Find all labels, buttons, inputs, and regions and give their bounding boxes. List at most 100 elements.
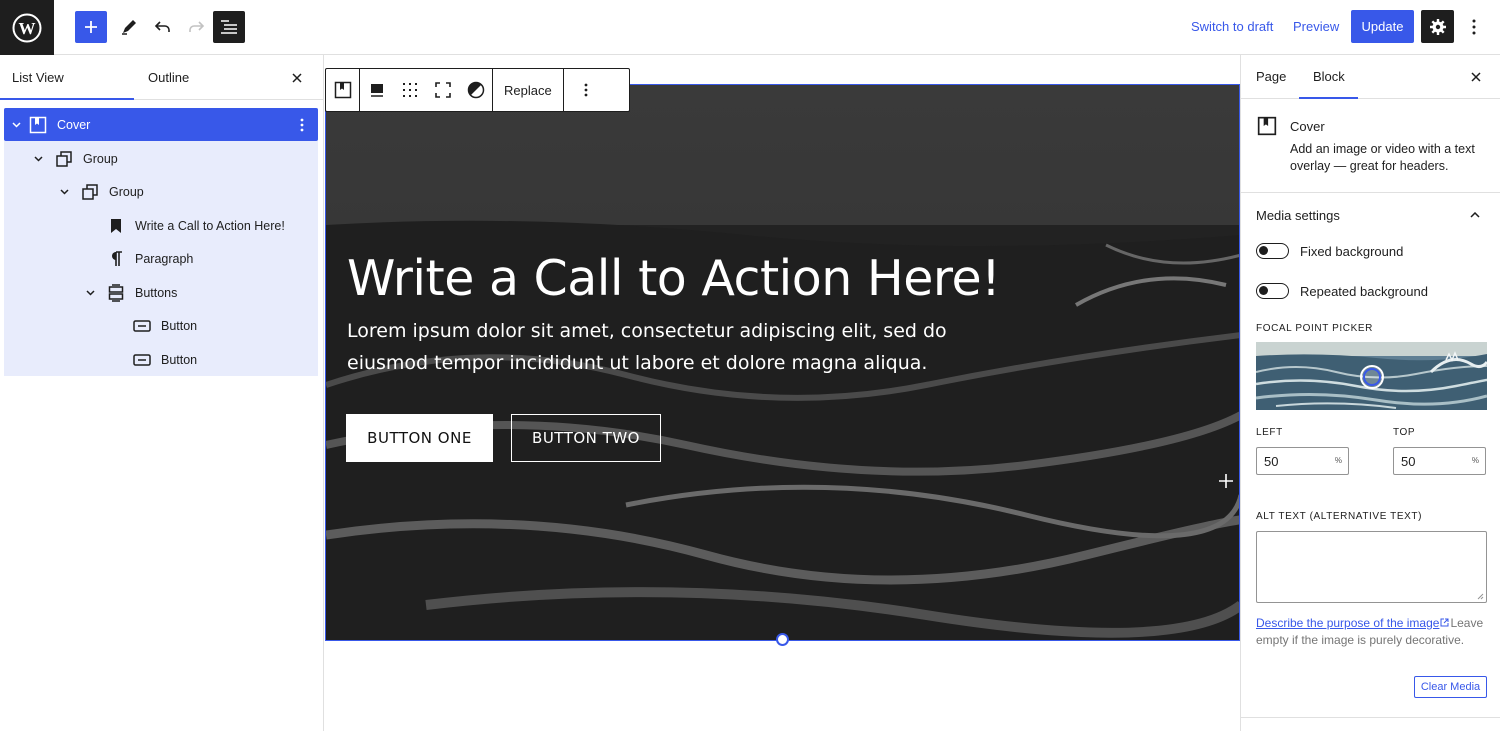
repeated-background-label: Repeated background xyxy=(1300,283,1428,299)
replace-button[interactable]: Replace xyxy=(493,69,563,111)
tab-page[interactable]: Page xyxy=(1256,55,1286,99)
tree-item-heading[interactable]: Write a Call to Action Here! xyxy=(4,209,318,242)
undo-icon[interactable] xyxy=(147,11,179,43)
top-coordinate-input[interactable]: 50 % xyxy=(1393,447,1486,475)
settings-sidebar: Page Block Cover Add an image or video w… xyxy=(1240,55,1500,731)
tree-item-button[interactable]: Button xyxy=(4,309,318,342)
buttons-icon xyxy=(106,283,126,303)
tab-list-view[interactable]: List View xyxy=(12,55,64,100)
cover-icon xyxy=(1257,116,1277,136)
repeated-background-toggle-row: Repeated background xyxy=(1256,283,1428,299)
percent-unit: % xyxy=(1471,456,1479,465)
full-height-dotted-icon[interactable] xyxy=(393,69,426,111)
cover-heading[interactable]: Write a Call to Action Here! xyxy=(347,250,1001,307)
tree-item-label: Cover xyxy=(57,117,91,132)
block-card-title: Cover xyxy=(1290,119,1325,134)
list-view-icon[interactable] xyxy=(213,11,245,43)
duotone-filter-icon[interactable] xyxy=(459,69,492,111)
tab-block[interactable]: Block xyxy=(1313,55,1345,99)
chevron-down-icon[interactable] xyxy=(32,153,44,165)
tree-item-buttons[interactable]: Buttons xyxy=(4,276,318,309)
options-kebab-icon[interactable] xyxy=(1462,11,1486,43)
left-coordinate-label: LEFT xyxy=(1256,427,1283,438)
list-view-tabs: List View Outline xyxy=(0,55,323,100)
resize-handle[interactable] xyxy=(776,633,789,646)
tab-outline[interactable]: Outline xyxy=(148,55,189,100)
alt-text-help: Describe the purpose of the image Leave e… xyxy=(1256,615,1491,649)
tree-item-label: Group xyxy=(83,151,118,166)
divider xyxy=(1241,717,1500,718)
left-coordinate-value: 50 xyxy=(1264,453,1279,469)
close-list-view-icon[interactable] xyxy=(288,69,306,87)
tree-item-label: Button xyxy=(161,352,198,367)
more-options-group xyxy=(564,69,608,111)
fixed-background-label: Fixed background xyxy=(1300,243,1404,259)
cover-block-icon[interactable] xyxy=(326,69,359,111)
options-kebab-icon[interactable] xyxy=(294,115,310,135)
wordpress-logo-icon[interactable]: W xyxy=(0,0,54,55)
options-kebab-icon[interactable] xyxy=(564,69,608,111)
repeated-background-toggle[interactable] xyxy=(1256,283,1289,299)
top-coordinate-value: 50 xyxy=(1401,453,1416,469)
block-toolbar: Replace xyxy=(325,68,630,112)
update-button[interactable]: Update xyxy=(1351,10,1414,43)
cover-controls-group xyxy=(360,69,493,111)
paragraph-icon xyxy=(106,249,126,269)
chevron-down-icon[interactable] xyxy=(58,186,70,198)
redo-icon[interactable] xyxy=(180,11,212,43)
bookmark-icon xyxy=(106,216,126,236)
switch-to-draft-button[interactable]: Switch to draft xyxy=(1191,19,1273,34)
chevron-up-icon[interactable] xyxy=(1467,207,1483,223)
top-coordinate-label: TOP xyxy=(1393,427,1416,438)
list-view-panel: List View Outline Cover Group Group Writ… xyxy=(0,55,324,731)
content-position-icon[interactable] xyxy=(360,69,393,111)
group-icon xyxy=(80,182,100,202)
focal-point-label: FOCAL POINT PICKER xyxy=(1256,323,1373,334)
fullscreen-icon[interactable] xyxy=(426,69,459,111)
block-tree: Cover Group Group Write a Call to Action… xyxy=(4,108,318,376)
tree-item-label: Group xyxy=(109,184,144,199)
media-settings-title[interactable]: Media settings xyxy=(1256,208,1340,223)
resize-grip-icon xyxy=(1477,593,1484,600)
tree-item-cover[interactable]: Cover xyxy=(4,108,318,141)
tools-pen-icon[interactable] xyxy=(113,11,145,43)
active-tab-indicator xyxy=(0,98,134,100)
block-type-group xyxy=(326,69,360,111)
tree-item-label: Button xyxy=(161,318,198,333)
tree-item-group[interactable]: Group xyxy=(4,142,318,175)
fixed-background-toggle-row: Fixed background xyxy=(1256,243,1403,259)
percent-unit: % xyxy=(1334,456,1342,465)
add-block-button[interactable] xyxy=(75,11,107,43)
preview-button[interactable]: Preview xyxy=(1293,19,1339,34)
fixed-background-toggle[interactable] xyxy=(1256,243,1289,259)
settings-gear-icon[interactable] xyxy=(1421,10,1454,43)
focal-point-handle-icon[interactable] xyxy=(1359,364,1385,390)
tree-item-label: Buttons xyxy=(135,285,178,300)
alt-help-link[interactable]: Describe the purpose of the image xyxy=(1256,616,1439,630)
button-two[interactable]: BUTTON TWO xyxy=(511,414,661,462)
clear-media-button[interactable]: Clear Media xyxy=(1414,676,1487,698)
block-card: Cover Add an image or video with a text … xyxy=(1241,99,1500,193)
top-toolbar: W Switch to draft Preview Update xyxy=(0,0,1500,55)
cover-block[interactable]: Write a Call to Action Here! Lorem ipsum… xyxy=(325,84,1240,641)
alt-text-textarea[interactable] xyxy=(1256,531,1487,603)
cover-paragraph[interactable]: Lorem ipsum dolor sit amet, consectetur … xyxy=(347,315,967,379)
editor-canvas[interactable]: Write a Call to Action Here! Lorem ipsum… xyxy=(325,55,1240,731)
button-one[interactable]: BUTTON ONE xyxy=(346,414,493,462)
replace-group: Replace xyxy=(493,69,564,111)
tree-item-button[interactable]: Button xyxy=(4,343,318,376)
add-block-plus-icon[interactable] xyxy=(1218,473,1234,489)
chevron-down-icon[interactable] xyxy=(84,287,96,299)
tree-item-label: Write a Call to Action Here! xyxy=(135,218,285,233)
tree-item-paragraph[interactable]: Paragraph xyxy=(4,242,318,275)
button-icon xyxy=(132,350,152,370)
focal-point-picker[interactable] xyxy=(1256,342,1487,410)
sidebar-tabs: Page Block xyxy=(1241,55,1500,99)
svg-text:W: W xyxy=(19,19,36,38)
tree-item-group[interactable]: Group xyxy=(4,175,318,208)
close-sidebar-icon[interactable] xyxy=(1467,68,1485,86)
left-coordinate-input[interactable]: 50 % xyxy=(1256,447,1349,475)
cover-icon xyxy=(28,115,48,135)
block-card-description: Add an image or video with a text overla… xyxy=(1290,142,1475,173)
chevron-down-icon[interactable] xyxy=(10,119,22,131)
